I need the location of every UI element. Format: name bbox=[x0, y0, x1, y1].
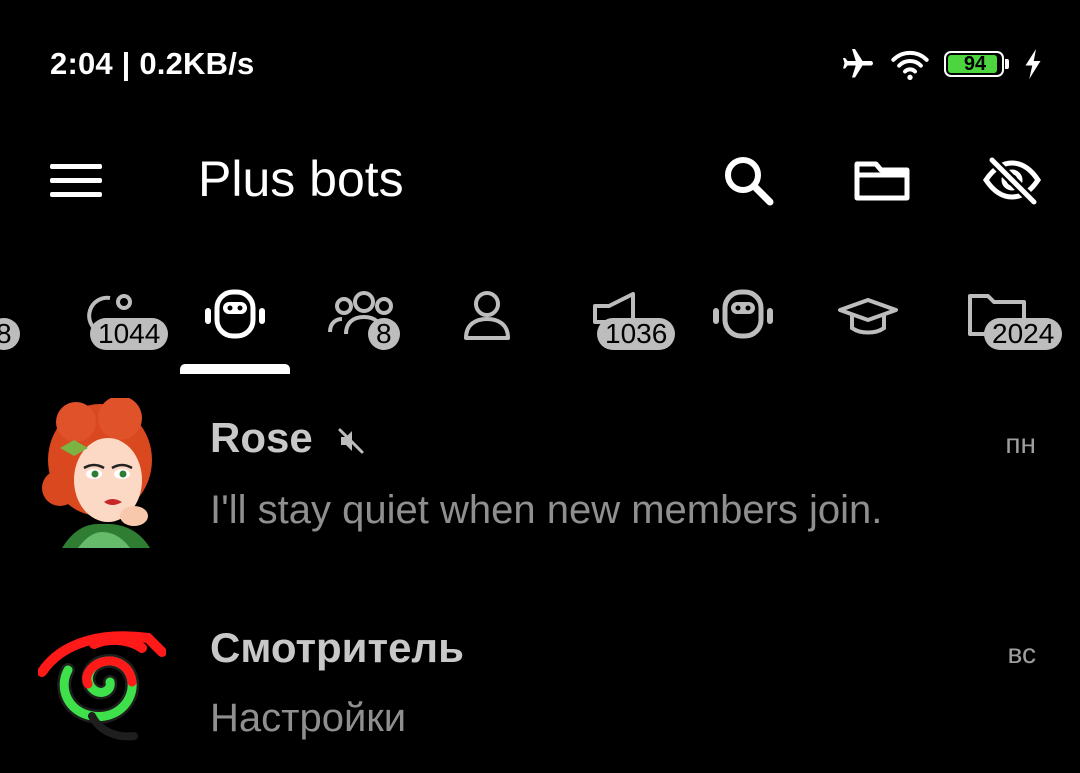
chat-time: пн bbox=[1005, 428, 1036, 459]
tab-partial[interactable]: 8 bbox=[0, 260, 40, 376]
tab-channels[interactable]: 1036 bbox=[585, 260, 685, 376]
tab-badge: 1036 bbox=[597, 318, 676, 350]
chat-row-rose[interactable]: Rose пн I'll stay quiet when new members… bbox=[0, 380, 1080, 570]
tab-unread-chats[interactable]: 1044 bbox=[80, 260, 180, 376]
avatar bbox=[42, 398, 152, 548]
tab-bots-2[interactable] bbox=[705, 260, 785, 376]
tab-badge: 8 bbox=[368, 318, 400, 350]
tab-education[interactable] bbox=[830, 260, 910, 376]
airplane-icon bbox=[843, 49, 873, 78]
charging-bolt-icon bbox=[1025, 49, 1041, 79]
chat-name-text: Rose bbox=[210, 414, 313, 461]
chat-time: вс bbox=[1007, 638, 1036, 669]
graduation-cap-icon bbox=[838, 298, 898, 335]
status-icons: 94 bbox=[840, 44, 1042, 84]
chat-last-message: I'll stay quiet when new members join. bbox=[210, 488, 883, 532]
battery-icon: 94 bbox=[944, 49, 1010, 79]
folder-button[interactable] bbox=[850, 148, 914, 212]
wifi-icon bbox=[891, 50, 929, 80]
app-bar: Plus bots bbox=[0, 130, 1080, 230]
chat-last-message: Настройки bbox=[210, 696, 407, 740]
chat-row-watcher[interactable]: Смотритель вс Настройки bbox=[0, 590, 1080, 773]
tab-badge: 2024 bbox=[984, 318, 1063, 350]
tab-bots[interactable] bbox=[185, 260, 285, 376]
status-time: 2:04 | 0.2KB/s bbox=[50, 46, 255, 81]
chat-name: Rose bbox=[210, 414, 366, 462]
tab-badge: 8 bbox=[0, 318, 20, 350]
search-button[interactable] bbox=[716, 148, 780, 212]
folder-icon bbox=[854, 161, 910, 201]
user-icon bbox=[464, 291, 510, 340]
eye-off-icon bbox=[982, 156, 1042, 206]
bot-icon bbox=[205, 289, 265, 339]
tab-groups[interactable]: 8 bbox=[320, 260, 430, 376]
status-bar: 2:04 | 0.2KB/s 94 bbox=[0, 0, 1080, 130]
tab-contacts[interactable] bbox=[450, 260, 530, 376]
tab-folder[interactable]: 2024 bbox=[962, 260, 1080, 376]
menu-icon bbox=[50, 164, 102, 197]
battery-level: 94 bbox=[963, 53, 987, 75]
bot-icon bbox=[713, 289, 773, 339]
menu-button[interactable] bbox=[46, 154, 106, 206]
folder-tabs: 8 1044 8 1036 2024 bbox=[0, 260, 1080, 376]
avatar bbox=[38, 631, 166, 741]
chat-name: Смотритель bbox=[210, 624, 464, 671]
muted-icon bbox=[338, 428, 364, 454]
page-title: Plus bots bbox=[198, 151, 404, 207]
selected-tab-indicator bbox=[180, 364, 290, 374]
hide-archived-button[interactable] bbox=[980, 148, 1044, 212]
search-icon bbox=[725, 157, 774, 206]
tab-badge: 1044 bbox=[90, 318, 169, 350]
